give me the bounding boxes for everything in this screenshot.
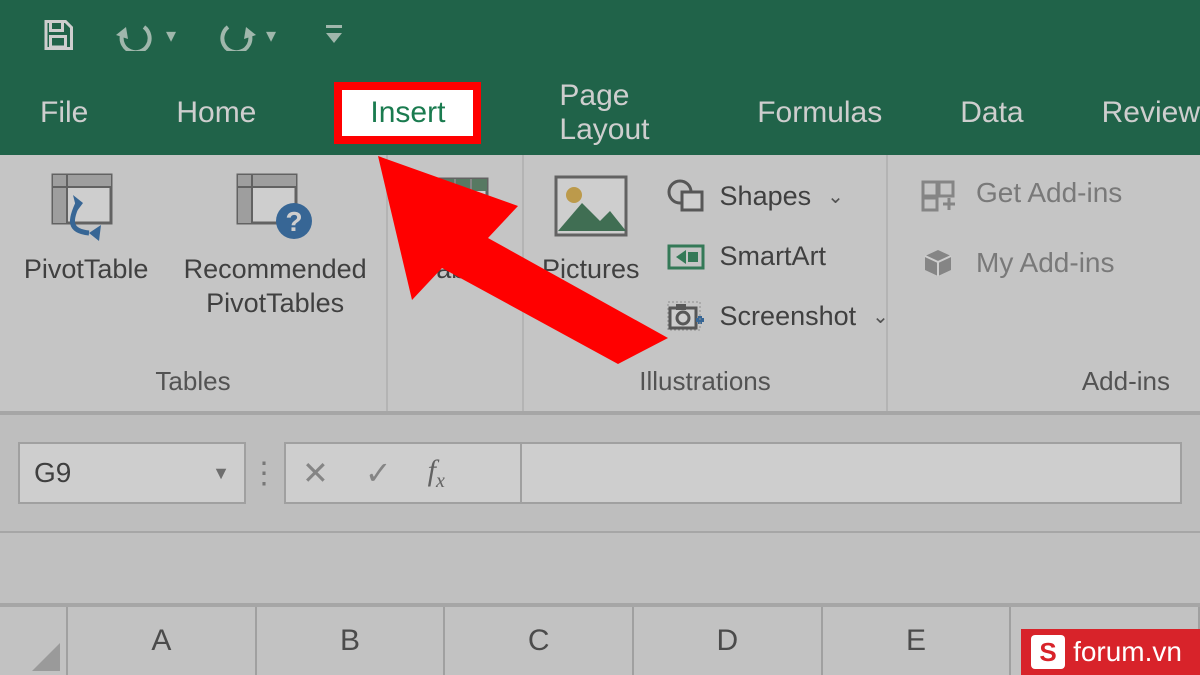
screenshot-icon — [664, 296, 708, 336]
group-addins: Get Add-ins My Add-ins Add-ins — [888, 155, 1200, 411]
formula-input[interactable] — [522, 442, 1182, 504]
my-addins-button[interactable]: My Add-ins — [916, 243, 1115, 283]
pictures-label: Pictures⌄ — [542, 253, 640, 321]
shapes-button[interactable]: Shapes ⌄ — [664, 171, 889, 221]
watermark: S forum.vn — [1021, 629, 1200, 675]
formula-controls: ✕ ✓ fx — [284, 442, 522, 504]
chevron-down-icon: ⌄ — [827, 184, 844, 209]
tab-review[interactable]: Review — [1102, 82, 1200, 144]
spacer — [0, 533, 1200, 605]
column-header[interactable]: D — [634, 607, 823, 675]
recommended-pivottables-icon: ? — [234, 165, 316, 249]
redo-icon[interactable]: ▾ — [214, 19, 276, 51]
ribbon-tabs: File Home Insert Page Layout Formulas Da… — [0, 70, 1200, 155]
pivottable-icon — [49, 165, 123, 249]
cancel-icon[interactable]: ✕ — [302, 454, 329, 492]
group-tables: PivotTable ? RecommendedPivotTables — [0, 155, 388, 411]
pictures-icon — [552, 165, 630, 249]
shapes-icon — [664, 176, 708, 216]
tab-formulas[interactable]: Formulas — [757, 82, 882, 144]
tab-insert[interactable]: Insert — [334, 82, 481, 144]
screenshot-button[interactable]: Screenshot ⌄ — [664, 291, 889, 341]
pivottable-button[interactable]: PivotTable — [16, 165, 157, 287]
column-header[interactable]: B — [257, 607, 446, 675]
group-illustrations: Pictures⌄ Shapes ⌄ SmartArt — [524, 155, 888, 411]
group-addins-label: Add-ins — [888, 362, 1200, 403]
select-all-corner[interactable] — [0, 607, 68, 675]
smartart-button[interactable]: SmartArt — [664, 231, 889, 281]
svg-text:?: ? — [286, 206, 303, 237]
recommended-pivottables-label: RecommendedPivotTables — [184, 253, 367, 321]
save-icon[interactable] — [40, 17, 76, 53]
chevron-down-icon: ⌄ — [584, 295, 601, 317]
shapes-label: Shapes — [720, 181, 812, 212]
tab-file[interactable]: File — [40, 82, 88, 144]
get-addins-label: Get Add-ins — [976, 177, 1122, 209]
formula-bar: G9 ▼ ⋮ ✕ ✓ fx — [0, 413, 1200, 533]
recommended-pivottables-button[interactable]: ? RecommendedPivotTables — [180, 165, 370, 321]
fx-icon[interactable]: fx — [428, 454, 445, 493]
tab-page-layout[interactable]: Page Layout — [559, 82, 679, 144]
column-header[interactable]: A — [68, 607, 257, 675]
enter-icon[interactable]: ✓ — [365, 454, 392, 492]
undo-icon[interactable]: ▾ — [114, 19, 176, 51]
screenshot-label: Screenshot — [720, 301, 857, 332]
get-addins-icon — [916, 173, 960, 213]
pivottable-label: PivotTable — [24, 253, 149, 287]
chevron-down-icon[interactable]: ▼ — [212, 463, 230, 484]
my-addins-label: My Add-ins — [976, 247, 1115, 279]
customize-qat-icon[interactable] — [324, 23, 344, 47]
smartart-icon — [664, 236, 708, 276]
tab-data[interactable]: Data — [960, 82, 1023, 144]
chevron-down-icon: ⌄ — [872, 304, 889, 329]
my-addins-icon — [916, 243, 960, 283]
group-tables-label: Tables — [0, 362, 386, 403]
watermark-text: forum.vn — [1073, 636, 1182, 668]
tab-home[interactable]: Home — [176, 82, 256, 144]
quick-access-toolbar: ▾ ▾ — [0, 0, 1200, 70]
smartart-label: SmartArt — [720, 241, 827, 272]
watermark-icon: S — [1031, 635, 1065, 669]
column-headers: A B C D E F — [0, 605, 1200, 675]
column-header[interactable]: E — [823, 607, 1012, 675]
pictures-button[interactable]: Pictures⌄ — [534, 165, 648, 321]
name-box-value: G9 — [34, 457, 71, 489]
name-box[interactable]: G9 ▼ — [18, 442, 246, 504]
group-illustrations-label: Illustrations — [524, 362, 886, 403]
ribbon-insert: PivotTable ? RecommendedPivotTables — [0, 155, 1200, 413]
get-addins-button[interactable]: Get Add-ins — [916, 173, 1122, 213]
chevron-down-icon[interactable]: ▾ — [166, 23, 176, 48]
table-icon — [419, 165, 491, 249]
table-label: Table — [423, 253, 488, 287]
group-table-single: Table — [388, 155, 524, 411]
drag-handle-icon[interactable]: ⋮ — [246, 456, 284, 491]
chevron-down-icon[interactable]: ▾ — [266, 23, 276, 48]
table-button[interactable]: Table — [411, 165, 499, 287]
column-header[interactable]: C — [445, 607, 634, 675]
